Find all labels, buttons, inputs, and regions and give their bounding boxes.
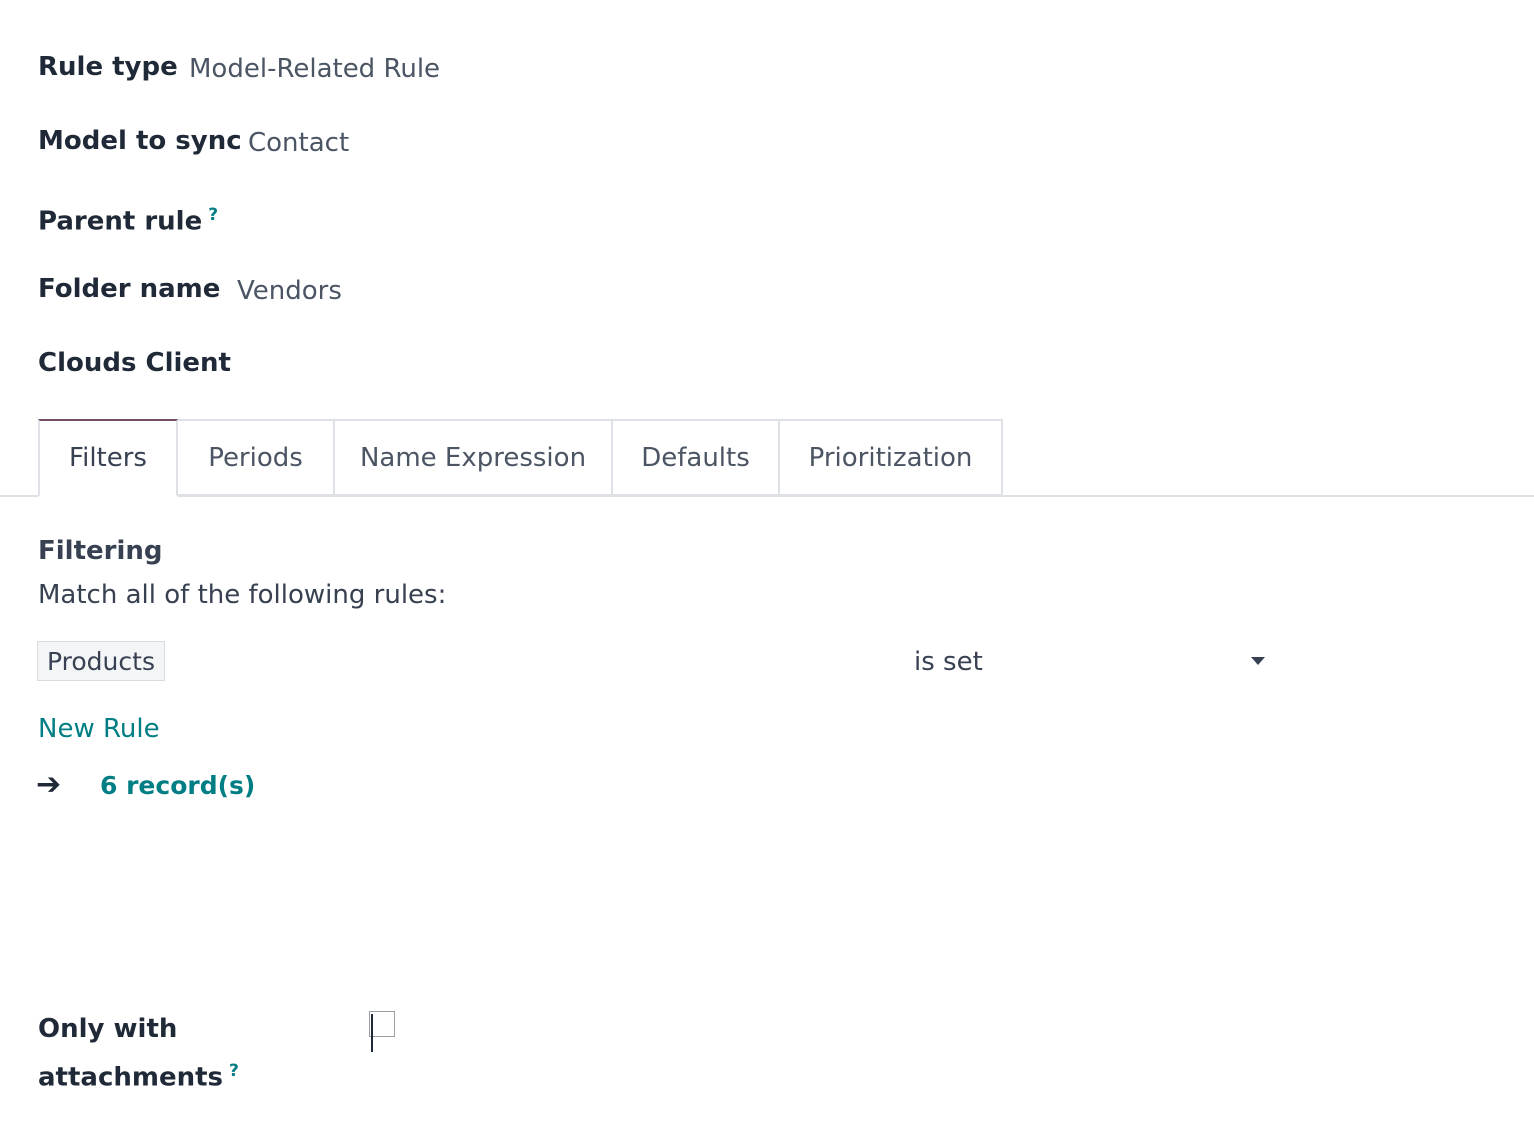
only-with-attachments-line1: Only with xyxy=(38,1014,178,1044)
rule-type-label: Rule type xyxy=(38,52,178,82)
tab-defaults[interactable]: Defaults xyxy=(613,419,780,496)
parent-rule-label-text: Parent rule xyxy=(38,206,203,237)
model-to-sync-label: Model to sync xyxy=(38,126,242,156)
tab-prioritization[interactable]: Prioritization xyxy=(780,419,1003,496)
tab-filters[interactable]: Filters xyxy=(38,419,178,497)
model-to-sync-value[interactable]: Contact xyxy=(248,128,349,158)
only-with-attachments-label: Only with attachments? xyxy=(38,1008,298,1099)
notebook-tabs: Filters Periods Name Expression Defaults… xyxy=(38,419,1003,497)
folder-name-label: Folder name xyxy=(38,274,221,304)
rule-type-value[interactable]: Model-Related Rule xyxy=(189,54,440,84)
tab-name-expression[interactable]: Name Expression xyxy=(335,419,613,496)
filtering-title: Filtering xyxy=(38,536,163,566)
text-cursor xyxy=(371,1014,373,1052)
parent-rule-label: Parent rule? xyxy=(38,200,218,237)
only-with-attachments-line2: attachments xyxy=(38,1062,224,1093)
new-rule-link[interactable]: New Rule xyxy=(38,714,160,744)
chevron-down-icon[interactable] xyxy=(1251,657,1265,665)
arrow-right-icon: ➔ xyxy=(36,767,62,802)
rule-field-chip[interactable]: Products xyxy=(37,641,165,681)
tab-periods[interactable]: Periods xyxy=(178,419,335,496)
rule-operator-select[interactable]: is set xyxy=(914,647,983,677)
records-count-link[interactable]: 6 record(s) xyxy=(100,771,255,801)
filtering-subtitle: Match all of the following rules: xyxy=(38,580,447,610)
folder-name-value[interactable]: Vendors xyxy=(237,276,342,306)
help-icon[interactable]: ? xyxy=(208,205,218,225)
clouds-client-label: Clouds Client xyxy=(38,348,231,378)
help-icon[interactable]: ? xyxy=(229,1061,239,1081)
